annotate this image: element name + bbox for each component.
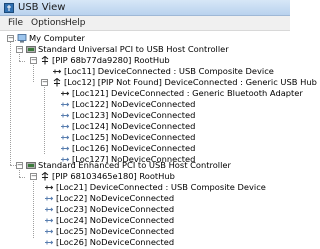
- menu-options[interactable]: Options: [29, 18, 68, 28]
- usb-port-icon: [45, 218, 54, 223]
- usb-hub-icon: [41, 172, 49, 181]
- collapse-toggle-icon[interactable]: −: [16, 162, 23, 169]
- usb-port-icon: [45, 240, 54, 245]
- tree-item-label: [Loc24] NoDeviceConnected: [56, 215, 175, 225]
- tree-item-label: [Loc26] NoDeviceConnected: [56, 237, 175, 247]
- tree-item-label: [Loc11] DeviceConnected : USB Composite …: [64, 66, 274, 76]
- usb-app-icon: [4, 3, 14, 13]
- window-title: USB View: [18, 2, 66, 13]
- collapse-toggle-icon[interactable]: −: [41, 79, 48, 86]
- tree-item-label: [Loc124] NoDeviceConnected: [72, 121, 196, 131]
- usb-port-icon: [45, 196, 54, 201]
- collapse-toggle-icon[interactable]: −: [16, 46, 23, 53]
- tree-item-label: [Loc25] NoDeviceConnected: [56, 226, 175, 236]
- tree-item-label: [Loc12] [PIP Not Found] DeviceConnected …: [64, 77, 317, 87]
- tree-item-label: [Loc125] NoDeviceConnected: [72, 132, 196, 142]
- usb-device-icon: [45, 185, 54, 190]
- tree-item-label: My Computer: [29, 33, 85, 43]
- tree-item-label: [Loc21] DeviceConnected : USB Composite …: [56, 182, 266, 192]
- usb-hub-icon: [53, 78, 61, 87]
- tree-item-label: [Loc22] NoDeviceConnected: [56, 193, 175, 203]
- tree-item-label: [PIP 68103465e180] RootHub: [52, 171, 175, 181]
- collapse-toggle-icon[interactable]: −: [30, 57, 37, 64]
- device-tree[interactable]: − My Computer − Standard Universal PCI t…: [0, 31, 317, 249]
- usb-port-icon: [61, 146, 70, 151]
- tree-item-label: [Loc126] NoDeviceConnected: [72, 143, 196, 153]
- usb-port-icon: [45, 207, 54, 212]
- tree-item-label: [Loc123] NoDeviceConnected: [72, 110, 196, 120]
- tree-line: [19, 61, 25, 62]
- tree-line: [33, 178, 34, 238]
- menu-bar: File Options Help: [0, 16, 290, 31]
- title-bar: USB View: [0, 0, 290, 16]
- usb-port-icon: [61, 113, 70, 118]
- tree-item-label: [Loc122] NoDeviceConnected: [72, 99, 196, 109]
- usb-port-icon: [45, 229, 54, 234]
- tree-item-label: Standard Universal PCI to USB Host Contr…: [38, 44, 229, 54]
- usb-device-icon: [61, 91, 70, 96]
- collapse-toggle-icon[interactable]: −: [30, 173, 37, 180]
- usb-controller-icon: [26, 46, 36, 53]
- menu-file[interactable]: File: [6, 18, 25, 28]
- tree-line: [44, 84, 45, 154]
- usb-hub-icon: [41, 56, 49, 65]
- collapse-toggle-icon[interactable]: −: [7, 35, 14, 42]
- tree-line: [19, 177, 25, 178]
- tree-item-label: [PIP 68b77da9280] RootHub: [52, 55, 170, 65]
- usb-port-icon: [61, 102, 70, 107]
- tree-item-label: [Loc121] DeviceConnected : Generic Bluet…: [72, 88, 303, 98]
- usb-device-icon: [53, 69, 62, 74]
- computer-icon: [17, 34, 27, 43]
- menu-help[interactable]: Help: [63, 18, 88, 28]
- tree-line: [33, 62, 34, 82]
- tree-line: [10, 40, 11, 165]
- usb-port-icon: [61, 124, 70, 129]
- tree-item-label: [Loc23] NoDeviceConnected: [56, 204, 175, 214]
- usb-port-icon: [61, 135, 70, 140]
- usb-controller-icon: [26, 162, 36, 169]
- tree-item-label: Standard Enhanced PCI to USB Host Contro…: [38, 160, 231, 170]
